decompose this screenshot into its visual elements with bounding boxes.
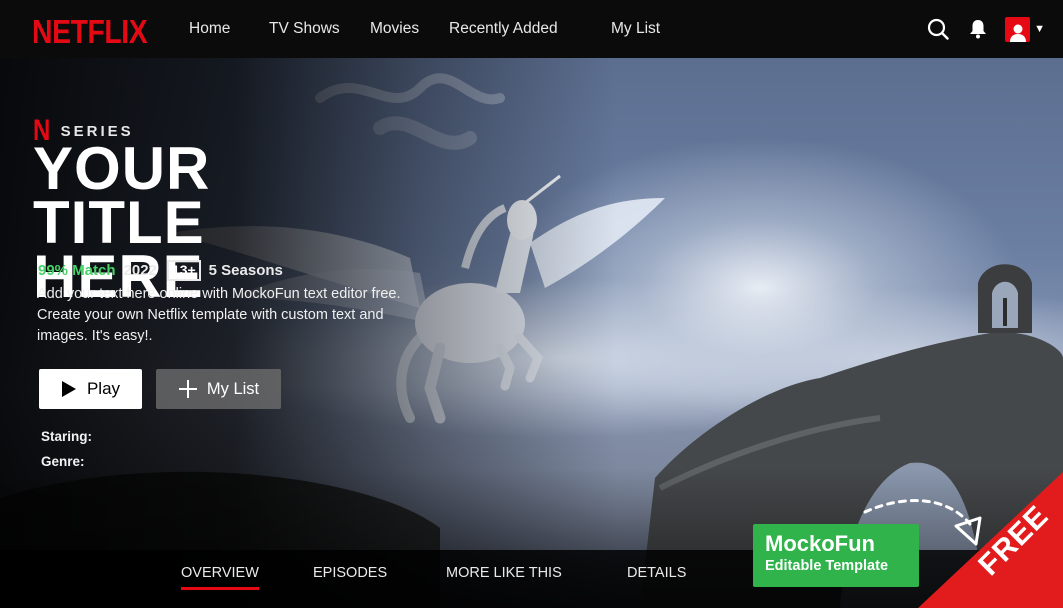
header-actions: ▼ bbox=[925, 16, 1045, 42]
mockofun-promo-badge[interactable]: MockoFun Editable Template bbox=[753, 524, 919, 587]
promo-title: MockoFun bbox=[765, 531, 875, 556]
nav-recently-added[interactable]: Recently Added bbox=[449, 20, 558, 38]
release-year: 2022 bbox=[123, 262, 157, 279]
plus-icon bbox=[178, 380, 197, 398]
top-navigation-bar: NETFLIX Home TV Shows Movies Recently Ad… bbox=[0, 0, 1063, 58]
nav-movies[interactable]: Movies bbox=[370, 20, 419, 38]
nav-my-list[interactable]: My List bbox=[611, 20, 660, 38]
play-button[interactable]: Play bbox=[39, 369, 142, 409]
show-metadata: 99% Match 2022 13+ 5 Seasons bbox=[38, 260, 283, 281]
free-corner-ribbon[interactable]: FREE bbox=[918, 472, 1063, 608]
show-description: Add your text here online with MockoFun … bbox=[37, 286, 401, 344]
season-count: 5 Seasons bbox=[208, 262, 283, 279]
tab-details[interactable]: DETAILS bbox=[627, 565, 686, 581]
maturity-rating: 13+ bbox=[166, 260, 201, 281]
chevron-down-icon[interactable]: ▼ bbox=[1034, 23, 1045, 35]
tab-overview[interactable]: OVERVIEW bbox=[181, 565, 259, 590]
starring-label: Staring: bbox=[41, 429, 93, 444]
nav-tv-shows[interactable]: TV Shows bbox=[269, 20, 340, 38]
play-button-label: Play bbox=[86, 379, 121, 398]
my-list-button-label: My List bbox=[206, 379, 260, 398]
genre-label: Genre: bbox=[41, 454, 85, 469]
play-icon bbox=[61, 381, 76, 397]
avatar[interactable] bbox=[1005, 16, 1031, 42]
netflix-logo[interactable]: NETFLIX bbox=[32, 13, 148, 51]
bell-icon[interactable] bbox=[965, 16, 991, 42]
match-score: 99% Match bbox=[38, 262, 116, 279]
nav-home[interactable]: Home bbox=[189, 20, 230, 38]
promo-subtitle: Editable Template bbox=[765, 558, 889, 574]
tab-episodes[interactable]: EPISODES bbox=[313, 565, 387, 581]
search-icon[interactable] bbox=[925, 16, 951, 42]
tab-more-like-this[interactable]: MORE LIKE THIS bbox=[446, 565, 562, 581]
my-list-button[interactable]: My List bbox=[156, 369, 281, 409]
